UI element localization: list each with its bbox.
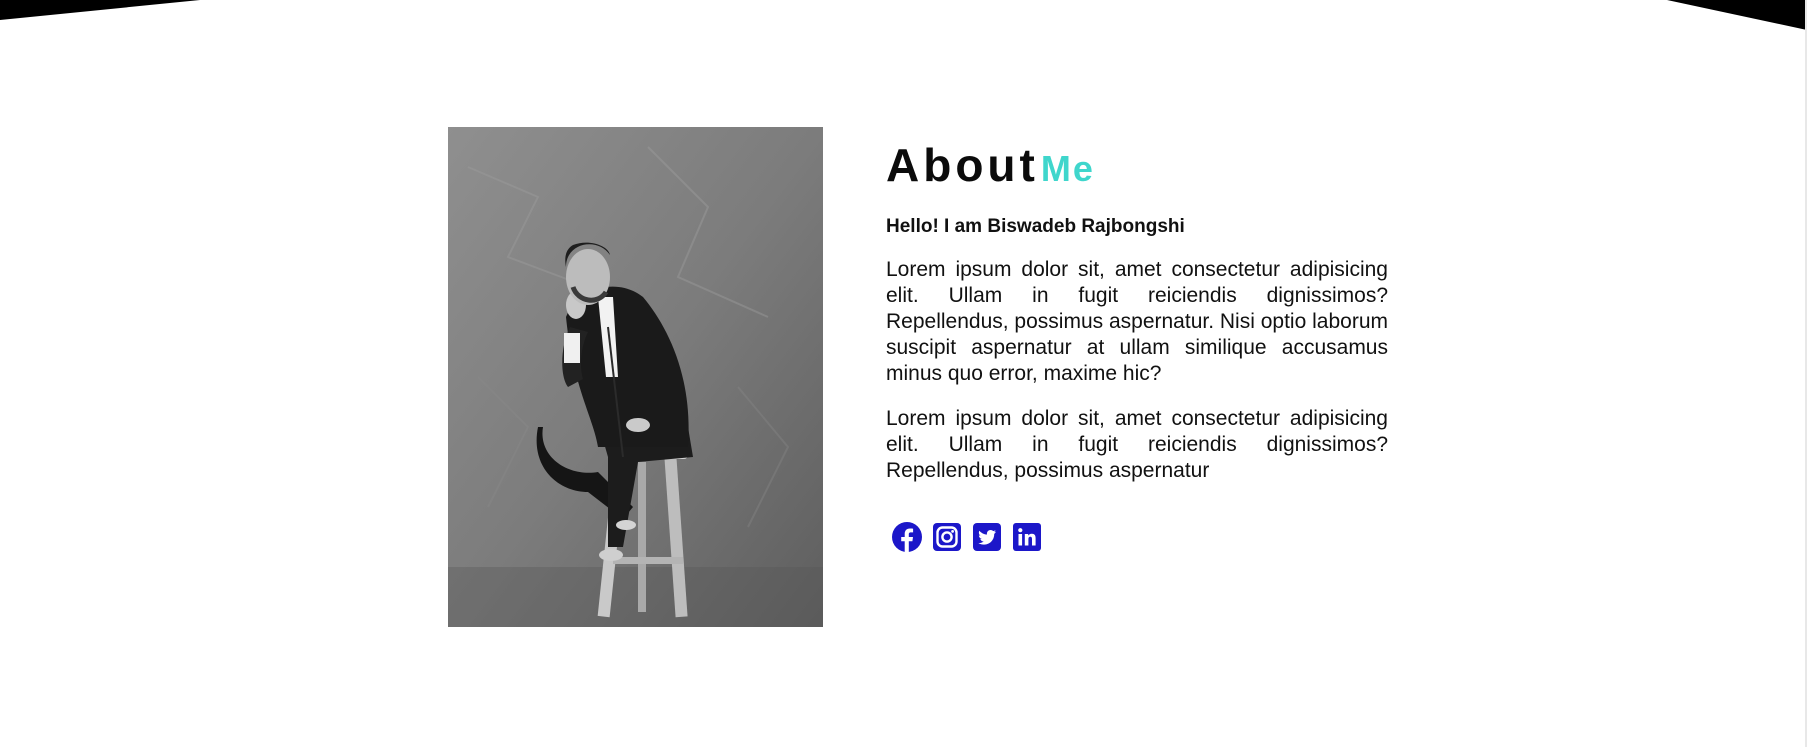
top-right-corner-shape [1667, 0, 1807, 30]
about-paragraph-1: Lorem ipsum dolor sit, amet consectetur … [886, 258, 1388, 385]
linkedin-link[interactable] [1012, 522, 1042, 552]
about-section: AboutMe Hello! I am Biswadeb Rajbongshi … [448, 127, 1388, 627]
person-on-stool-image [448, 127, 823, 627]
social-links [886, 522, 1388, 552]
about-title-accent: Me [1040, 148, 1095, 189]
facebook-icon [892, 522, 922, 552]
profile-photo [448, 127, 823, 627]
instagram-icon [933, 523, 961, 551]
greeting-text: Hello! I am Biswadeb Rajbongshi [886, 216, 1185, 237]
about-title: AboutMe [886, 139, 1388, 195]
instagram-link[interactable] [932, 522, 962, 552]
about-content: AboutMe Hello! I am Biswadeb Rajbongshi … [886, 139, 1388, 552]
twitter-link[interactable] [972, 522, 1002, 552]
about-paragraph-2: Lorem ipsum dolor sit, amet consectetur … [886, 407, 1388, 482]
top-left-corner-shape [0, 0, 200, 20]
linkedin-icon [1013, 523, 1041, 551]
about-title-main: About [886, 139, 1039, 191]
facebook-link[interactable] [892, 522, 922, 552]
twitter-icon [973, 523, 1001, 551]
